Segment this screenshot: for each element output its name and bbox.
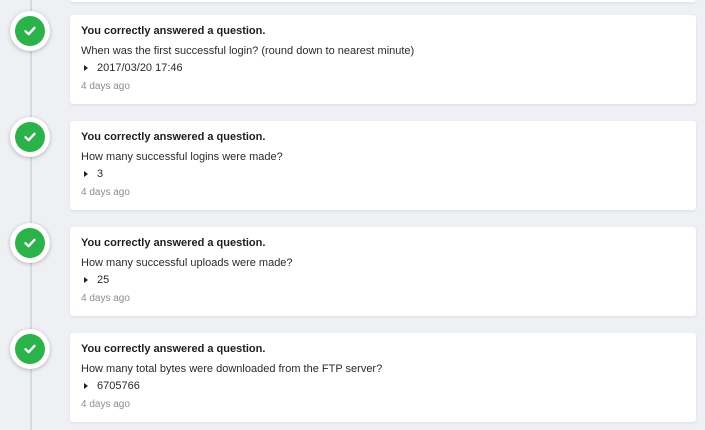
activity-title: You correctly answered a question. [81,131,266,143]
check-icon [15,122,45,152]
check-icon [15,228,45,258]
success-badge [10,117,50,157]
caret-right-icon [84,65,88,71]
check-icon [15,334,45,364]
success-badge [10,329,50,369]
activity-card: You correctly answered a question. How m… [70,227,696,316]
check-icon [15,16,45,46]
previous-activity-card [70,0,696,2]
answer-toggle[interactable]: 2017/03/20 17:46 [84,62,183,74]
success-badge [10,11,50,51]
answer-value: 2017/03/20 17:46 [97,62,183,74]
answer-value: 3 [97,168,104,180]
activity-entry: You correctly answered a question. How m… [0,117,705,211]
question-text: When was the first successful login? (ro… [81,45,415,57]
question-text: How many successful logins were made? [81,151,283,163]
timestamp: 4 days ago [81,81,130,92]
caret-right-icon [84,383,88,389]
caret-right-icon [84,277,88,283]
answer-toggle[interactable]: 3 [84,168,103,180]
success-badge [10,223,50,263]
caret-right-icon [84,171,88,177]
timestamp: 4 days ago [81,293,130,304]
timestamp: 4 days ago [81,187,130,198]
activity-card: You correctly answered a question. When … [70,15,696,104]
activity-card: You correctly answered a question. How m… [70,333,696,422]
answer-toggle[interactable]: 25 [84,274,109,286]
question-text: How many total bytes were downloaded fro… [81,363,383,375]
answer-toggle[interactable]: 6705766 [84,380,140,392]
question-text: How many successful uploads were made? [81,257,293,269]
activity-title: You correctly answered a question. [81,343,266,355]
activity-entry: You correctly answered a question. When … [0,11,705,105]
activity-entry: You correctly answered a question. How m… [0,329,705,423]
activity-card: You correctly answered a question. How m… [70,121,696,210]
activity-title: You correctly answered a question. [81,25,266,37]
timestamp: 4 days ago [81,399,130,410]
answer-value: 6705766 [97,380,140,392]
activity-title: You correctly answered a question. [81,237,266,249]
answer-value: 25 [97,274,110,286]
activity-entry: You correctly answered a question. How m… [0,223,705,317]
